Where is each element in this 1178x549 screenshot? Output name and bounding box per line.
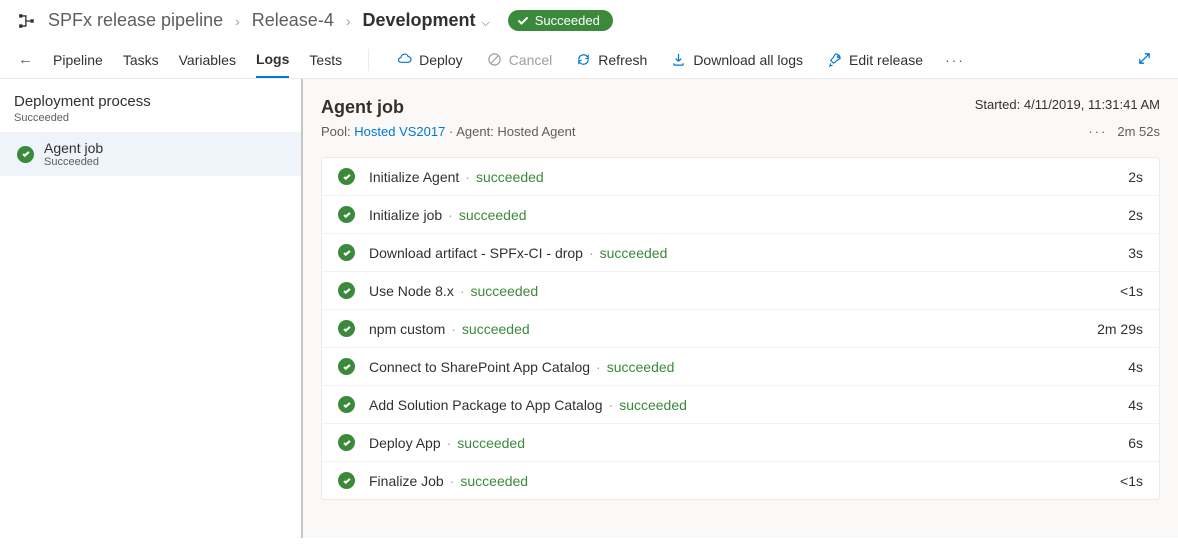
pipeline-icon — [18, 12, 36, 30]
pool-agent-info: Pool: Hosted VS2017 · Agent: Hosted Agen… — [321, 124, 575, 139]
step-duration: 6s — [1128, 435, 1143, 451]
deployment-process-title: Deployment process — [14, 93, 287, 110]
step-row[interactable]: Deploy App·succeeded6s — [322, 423, 1159, 461]
check-circle-icon — [338, 434, 355, 451]
pool-link[interactable]: Hosted VS2017 — [354, 124, 445, 139]
sidebar-header: Deployment process Succeeded — [0, 79, 301, 132]
job-more-button[interactable]: ··· — [1088, 124, 1107, 139]
step-status: succeeded — [462, 321, 530, 337]
step-row[interactable]: Use Node 8.x·succeeded<1s — [322, 271, 1159, 309]
started-timestamp: Started: 4/11/2019, 11:31:41 AM — [975, 97, 1160, 118]
job-duration: 2m 52s — [1117, 124, 1160, 139]
step-duration: <1s — [1120, 283, 1143, 299]
check-circle-icon — [17, 146, 34, 163]
breadcrumb: SPFx release pipeline › Release-4 › Deve… — [0, 0, 1178, 41]
step-name: Download artifact - SPFx-CI - drop — [369, 245, 583, 261]
breadcrumb-stage: Development — [363, 10, 476, 30]
check-circle-icon — [338, 472, 355, 489]
cancel-icon — [487, 52, 502, 67]
sidebar: Deployment process Succeeded Agent job S… — [0, 79, 303, 538]
step-row[interactable]: Initialize job·succeeded2s — [322, 195, 1159, 233]
step-status: succeeded — [459, 207, 527, 223]
step-status: succeeded — [457, 435, 525, 451]
main-split: Deployment process Succeeded Agent job S… — [0, 79, 1178, 538]
status-badge: Succeeded — [508, 10, 613, 31]
chevron-right-icon: › — [235, 13, 240, 29]
step-name: Add Solution Package to App Catalog — [369, 397, 603, 413]
step-status: succeeded — [619, 397, 687, 413]
step-row[interactable]: Initialize Agent·succeeded2s — [322, 158, 1159, 195]
step-name: npm custom — [369, 321, 445, 337]
step-duration: <1s — [1120, 473, 1143, 489]
step-status: succeeded — [600, 245, 668, 261]
tab-logs[interactable]: Logs — [256, 41, 289, 78]
check-circle-icon — [338, 282, 355, 299]
refresh-label: Refresh — [598, 52, 647, 68]
detail-title: Agent job — [321, 97, 404, 118]
edit-label: Edit release — [849, 52, 923, 68]
sidebar-job-title: Agent job — [44, 140, 103, 156]
step-name: Finalize Job — [369, 473, 444, 489]
steps-list: Initialize Agent·succeeded2sInitialize j… — [321, 157, 1160, 500]
breadcrumb-stage-dropdown[interactable]: Development ⌵ — [363, 10, 490, 31]
tab-tasks[interactable]: Tasks — [123, 42, 159, 77]
download-icon — [671, 52, 686, 67]
tab-pipeline[interactable]: Pipeline — [53, 42, 103, 77]
step-duration: 4s — [1128, 397, 1143, 413]
check-circle-icon — [338, 320, 355, 337]
deploy-label: Deploy — [419, 52, 463, 68]
step-row[interactable]: Add Solution Package to App Catalog·succ… — [322, 385, 1159, 423]
edit-release-button[interactable]: Edit release — [815, 42, 935, 78]
step-row[interactable]: Download artifact - SPFx-CI - drop·succe… — [322, 233, 1159, 271]
breadcrumb-pipeline[interactable]: SPFx release pipeline — [48, 10, 223, 31]
check-icon — [517, 15, 529, 27]
chevron-down-icon: ⌵ — [481, 17, 489, 29]
step-name: Initialize Agent — [369, 169, 459, 185]
step-name: Initialize job — [369, 207, 442, 223]
deploy-button[interactable]: Deploy — [385, 42, 475, 78]
check-circle-icon — [338, 168, 355, 185]
expand-button[interactable] — [1129, 43, 1160, 77]
step-duration: 2s — [1128, 207, 1143, 223]
tab-tests[interactable]: Tests — [309, 42, 342, 77]
cloud-icon — [397, 52, 412, 67]
back-button[interactable]: ← — [18, 51, 33, 68]
cancel-label: Cancel — [509, 52, 553, 68]
step-name: Connect to SharePoint App Catalog — [369, 359, 590, 375]
chevron-right-icon: › — [346, 13, 351, 29]
check-circle-icon — [338, 206, 355, 223]
deployment-process-status: Succeeded — [14, 112, 287, 124]
sidebar-job-status: Succeeded — [44, 156, 103, 168]
toolbar: ← Pipeline Tasks Variables Logs Tests De… — [0, 41, 1178, 79]
tab-variables[interactable]: Variables — [179, 42, 236, 77]
check-circle-icon — [338, 358, 355, 375]
step-duration: 2s — [1128, 169, 1143, 185]
step-duration: 2m 29s — [1097, 321, 1143, 337]
step-duration: 3s — [1128, 245, 1143, 261]
step-row[interactable]: Connect to SharePoint App Catalog·succee… — [322, 347, 1159, 385]
status-badge-label: Succeeded — [535, 13, 600, 28]
download-label: Download all logs — [693, 52, 803, 68]
step-row[interactable]: Finalize Job·succeeded<1s — [322, 461, 1159, 499]
step-status: succeeded — [460, 473, 528, 489]
check-circle-icon — [338, 244, 355, 261]
step-status: succeeded — [471, 283, 539, 299]
check-circle-icon — [338, 396, 355, 413]
rocket-icon — [827, 52, 842, 67]
step-duration: 4s — [1128, 359, 1143, 375]
divider — [368, 49, 369, 71]
detail-pane: Agent job Started: 4/11/2019, 11:31:41 A… — [303, 79, 1178, 538]
step-status: succeeded — [476, 169, 544, 185]
refresh-icon — [576, 52, 591, 67]
more-actions-button[interactable]: ··· — [935, 46, 975, 74]
sidebar-job-item[interactable]: Agent job Succeeded — [0, 132, 301, 176]
cancel-button: Cancel — [475, 42, 565, 78]
refresh-button[interactable]: Refresh — [564, 42, 659, 78]
step-row[interactable]: npm custom·succeeded2m 29s — [322, 309, 1159, 347]
step-status: succeeded — [607, 359, 675, 375]
step-name: Deploy App — [369, 435, 441, 451]
step-name: Use Node 8.x — [369, 283, 454, 299]
download-logs-button[interactable]: Download all logs — [659, 42, 815, 78]
breadcrumb-release[interactable]: Release-4 — [252, 10, 334, 31]
